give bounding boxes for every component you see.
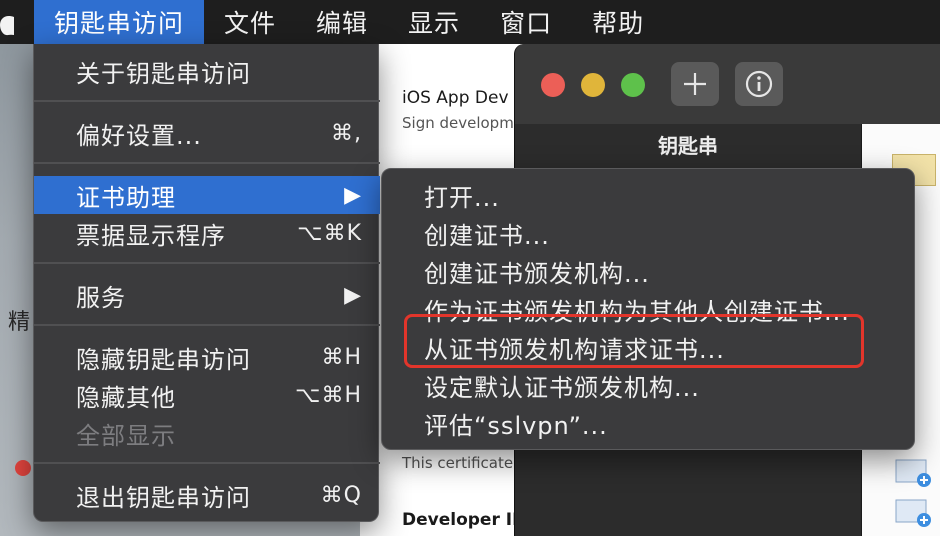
keychains-sidebar-title: 钥匙串: [658, 133, 718, 158]
menu-item-label: 隐藏其他: [76, 383, 176, 412]
menu-item-services[interactable]: 服务 ▶: [34, 276, 380, 314]
shortcut-label: ⌘H: [321, 344, 362, 370]
menu-separator: [34, 324, 380, 326]
apple-icon[interactable]: [0, 0, 34, 44]
menu-item-preferences[interactable]: 偏好设置... ⌘,: [34, 114, 380, 152]
menu-file[interactable]: 文件: [204, 0, 296, 44]
submenu-item-create-certificate[interactable]: 创建证书...: [382, 215, 916, 251]
submenu-item-create-ca[interactable]: 创建证书颁发机构...: [382, 253, 916, 289]
menu-item-quit[interactable]: 退出钥匙串访问 ⌘Q: [34, 476, 380, 514]
plus-icon[interactable]: [671, 62, 719, 106]
doc-cert-line: This certificate: [402, 454, 514, 472]
menu-item-label: 偏好设置...: [76, 121, 202, 150]
menu-help[interactable]: 帮助: [572, 0, 664, 44]
shortcut-label: ⌥⌘H: [295, 382, 362, 408]
window-zoom-button[interactable]: [621, 73, 645, 97]
menu-item-label: 关于钥匙串访问: [76, 59, 251, 88]
keychain-titlebar: [515, 44, 940, 124]
menu-item-hide-others[interactable]: 隐藏其他 ⌥⌘H: [34, 376, 380, 414]
certificate-icon: [895, 459, 931, 487]
menu-view[interactable]: 显示: [388, 0, 480, 44]
menu-item-label: 证书助理: [76, 183, 176, 212]
submenu-arrow-icon: ▶: [344, 182, 362, 208]
shortcut-label: ⌘Q: [320, 482, 362, 508]
menu-item-label: 隐藏钥匙串访问: [76, 345, 251, 374]
menu-item-label: 票据显示程序: [76, 221, 226, 250]
doc-title-line: iOS App Dev: [402, 88, 509, 108]
doc-subtitle-line: Sign developm: [402, 114, 514, 132]
background-partial-text: 精: [8, 310, 31, 335]
window-close-button[interactable]: [541, 73, 565, 97]
menu-item-hide-keychain-access[interactable]: 隐藏钥匙串访问 ⌘H: [34, 338, 380, 376]
menu-separator: [34, 262, 380, 264]
shortcut-label: ⌘,: [331, 120, 362, 146]
background-red-dot: [15, 460, 31, 476]
menu-item-ticket-viewer[interactable]: 票据显示程序 ⌥⌘K: [34, 214, 380, 252]
menu-separator: [34, 100, 380, 102]
menu-item-label: 全部显示: [76, 421, 176, 450]
certificate-icon: [895, 499, 931, 527]
info-icon[interactable]: [735, 62, 783, 106]
menu-item-label: 服务: [76, 283, 126, 312]
certificate-assistant-submenu: 打开... 创建证书... 创建证书颁发机构... 作为证书颁发机构为其他人创建…: [381, 168, 915, 450]
shortcut-label: ⌥⌘K: [297, 220, 362, 246]
submenu-item-set-default-ca[interactable]: 设定默认证书颁发机构...: [382, 367, 916, 403]
window-minimize-button[interactable]: [581, 73, 605, 97]
menu-keychain-access[interactable]: 钥匙串访问: [34, 0, 205, 44]
menu-bar: 钥匙串访问 文件 编辑 显示 窗口 帮助: [0, 0, 940, 44]
keychain-access-menu: 关于钥匙串访问 偏好设置... ⌘, 证书助理 ▶ 票据显示程序 ⌥⌘K 服务 …: [33, 44, 380, 522]
menu-edit[interactable]: 编辑: [296, 0, 388, 44]
doc-developer-line: Developer ID: [402, 510, 527, 530]
annotation-highlight-box: [404, 314, 864, 368]
submenu-item-open[interactable]: 打开...: [382, 177, 916, 213]
submenu-arrow-icon: ▶: [344, 282, 362, 308]
menu-item-about[interactable]: 关于钥匙串访问: [34, 52, 380, 90]
menu-separator: [34, 462, 380, 464]
submenu-item-evaluate[interactable]: 评估“sslvpn”...: [382, 405, 916, 441]
menu-window[interactable]: 窗口: [480, 0, 572, 44]
menu-item-show-all: 全部显示: [34, 414, 380, 452]
menu-item-certificate-assistant[interactable]: 证书助理 ▶: [34, 176, 380, 214]
menu-item-label: 退出钥匙串访问: [76, 483, 251, 512]
menu-separator: [34, 162, 380, 164]
